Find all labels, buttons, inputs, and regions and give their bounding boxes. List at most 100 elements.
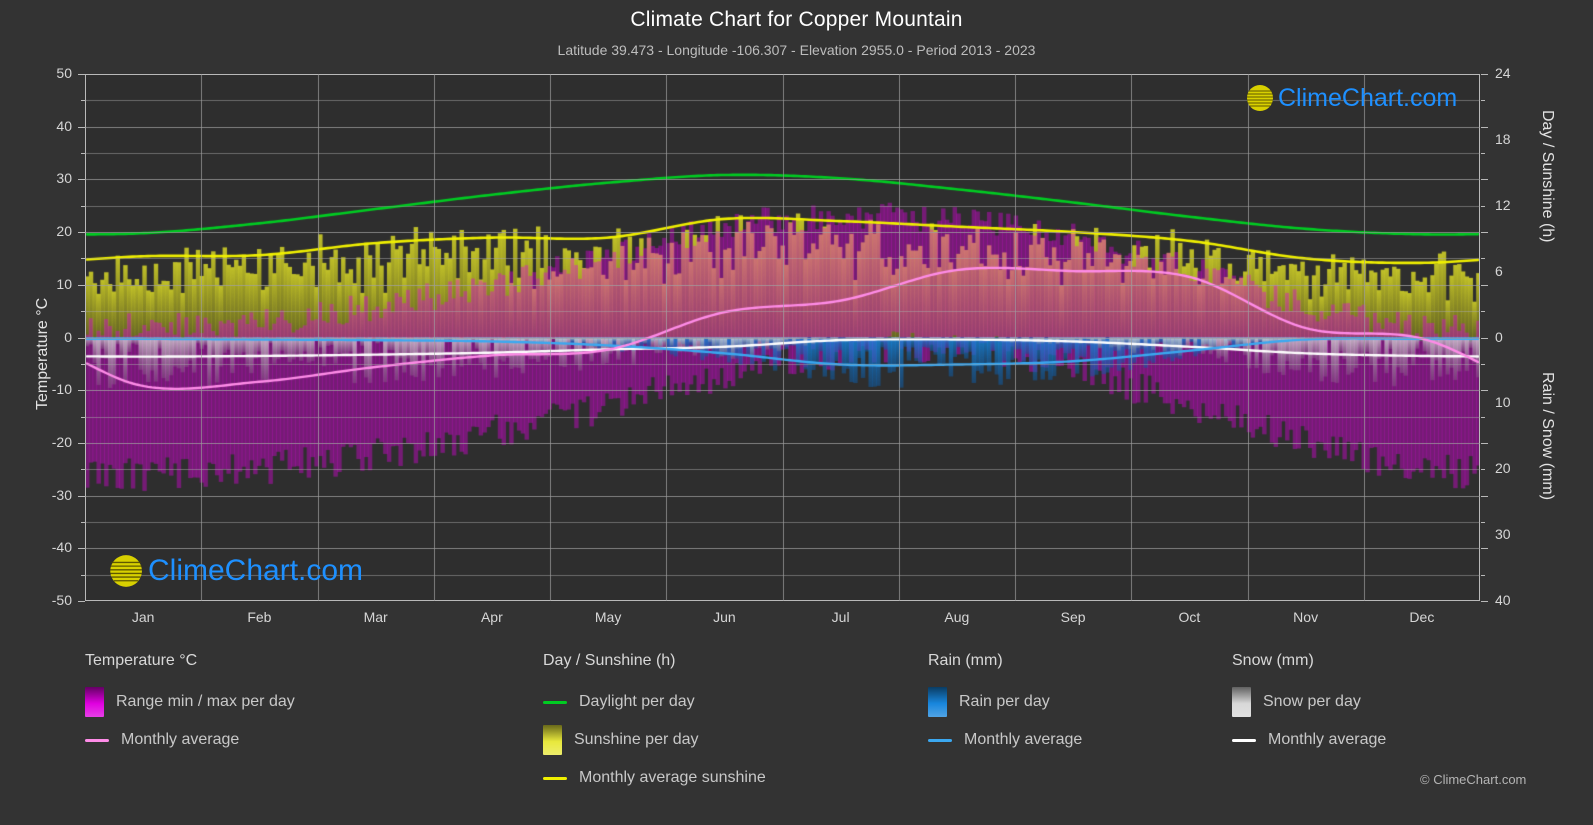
legend-line-icon bbox=[85, 738, 109, 742]
legend-item[interactable]: Rain per day bbox=[928, 683, 1082, 721]
axis-tick bbox=[78, 337, 85, 339]
legend-swatch-icon bbox=[1232, 687, 1251, 717]
y-axis-tick-label: 40 bbox=[56, 117, 72, 134]
watermark-text-bottom: ClimeChart.com bbox=[148, 554, 364, 587]
axis-tick bbox=[81, 311, 85, 313]
y-axis-tick-label: -50 bbox=[51, 592, 72, 608]
copyright-text: © ClimeChart.com bbox=[1420, 772, 1527, 787]
axis-tick bbox=[1481, 416, 1485, 418]
gridline-vertical bbox=[782, 74, 784, 601]
y-axis-right-tick-label: 6 bbox=[1495, 262, 1503, 279]
axis-tick bbox=[1481, 601, 1488, 602]
legend-item[interactable]: Monthly average bbox=[928, 721, 1082, 759]
legend-item[interactable]: Monthly average sunshine bbox=[543, 759, 766, 797]
watermark-logo-top: ClimeChart.com bbox=[1232, 80, 1457, 116]
axis-tick bbox=[1481, 205, 1485, 207]
legend-label: Monthly average sunshine bbox=[579, 769, 766, 786]
legend-items: Daylight per day Sunshine per day Monthly … bbox=[543, 683, 766, 797]
legend-line-icon bbox=[928, 738, 952, 742]
legend-label: Sunshine per day bbox=[574, 731, 699, 748]
legend-label: Range min / max per day bbox=[116, 693, 295, 710]
x-axis-tick-label: Aug bbox=[944, 609, 970, 625]
legend-temperature: Temperature °C Range min / max per day Mo… bbox=[85, 652, 295, 759]
x-axis-tick-label: Apr bbox=[480, 609, 503, 625]
axis-tick bbox=[1481, 153, 1485, 155]
gridline-vertical bbox=[317, 74, 319, 601]
y-axis-tick-label: 10 bbox=[56, 275, 72, 292]
watermark-logo-bottom: ClimeChart.com bbox=[92, 549, 363, 593]
axis-tick bbox=[81, 469, 85, 471]
y-axis-label-day-sunshine: Day / Sunshine (h) bbox=[1539, 110, 1556, 243]
axis-tick bbox=[78, 601, 85, 602]
legend-swatch-icon bbox=[85, 687, 104, 717]
axis-tick bbox=[1481, 337, 1488, 339]
axis-tick bbox=[1481, 548, 1488, 550]
axis-tick bbox=[1481, 179, 1488, 181]
axis-tick bbox=[78, 442, 85, 444]
legend-line-icon bbox=[543, 700, 567, 704]
legend-label: Monthly average bbox=[1268, 731, 1387, 748]
axis-tick bbox=[1481, 284, 1488, 286]
y-axis-right-tick-label: 24 bbox=[1495, 65, 1511, 81]
page-title: Climate Chart for Copper Mountain bbox=[630, 8, 963, 31]
axis-tick bbox=[1481, 442, 1488, 444]
axis-tick bbox=[1481, 74, 1488, 75]
legend-item[interactable]: Daylight per day bbox=[543, 683, 766, 721]
page-subtitle: Latitude 39.473 - Longitude -106.307 - E… bbox=[557, 42, 1036, 58]
y-axis-right-tick-label: 30 bbox=[1495, 526, 1511, 543]
y-axis-tick-label: -20 bbox=[51, 433, 72, 450]
axis-tick bbox=[78, 179, 85, 181]
watermark-text-top: ClimeChart.com bbox=[1278, 83, 1458, 112]
legend-label: Snow per day bbox=[1263, 693, 1361, 710]
x-axis-tick-label: Feb bbox=[247, 609, 272, 625]
y-axis-tick-label: -40 bbox=[51, 539, 72, 556]
x-axis-tick-label: Sep bbox=[1060, 609, 1086, 625]
legend-label: Rain per day bbox=[959, 693, 1050, 710]
y-axis-right-tick-label: 18 bbox=[1495, 130, 1511, 147]
x-axis-tick-label: Dec bbox=[1409, 609, 1435, 625]
legend-heading: Snow (mm) bbox=[1232, 652, 1314, 669]
legend-label: Monthly average bbox=[964, 731, 1083, 748]
legend-item[interactable]: Sunshine per day bbox=[543, 721, 766, 759]
legend-label: Monthly average bbox=[121, 731, 240, 748]
legend-heading: Temperature °C bbox=[85, 652, 198, 669]
gridline-vertical bbox=[433, 74, 435, 601]
axis-tick bbox=[1481, 574, 1485, 576]
legend-snow: Snow (mm) Snow per day Monthly average bbox=[1232, 652, 1386, 759]
y-axis-right-tick-label: 12 bbox=[1495, 196, 1511, 213]
axis-tick bbox=[81, 574, 85, 576]
legend-item[interactable]: Monthly average bbox=[1232, 721, 1386, 759]
axis-tick bbox=[81, 416, 85, 418]
x-axis-tick-label: Nov bbox=[1293, 609, 1319, 625]
legend-label: Daylight per day bbox=[579, 693, 695, 710]
x-axis-tick-label: Jan bbox=[131, 609, 155, 625]
legend-item[interactable]: Range min / max per day bbox=[85, 683, 295, 721]
climate-chart-page: Climate Chart for Copper Mountain Latitu… bbox=[0, 0, 1593, 825]
legend-line-icon bbox=[543, 776, 567, 780]
legend-swatch-icon bbox=[543, 725, 562, 755]
legend-swatch-icon bbox=[928, 687, 947, 717]
axis-tick bbox=[1481, 390, 1488, 392]
gridline-vertical bbox=[1247, 74, 1249, 601]
legend-heading: Rain (mm) bbox=[928, 652, 1003, 669]
y-axis-tick-label: 30 bbox=[56, 170, 72, 187]
legend-item[interactable]: Snow per day bbox=[1232, 683, 1386, 721]
legend-items: Rain per day Monthly average bbox=[928, 683, 1082, 759]
legend-item[interactable]: Monthly average bbox=[85, 721, 295, 759]
x-axis-tick-label: May bbox=[594, 609, 622, 625]
axis-tick bbox=[81, 205, 85, 207]
y-axis-tick-label: -30 bbox=[51, 486, 72, 503]
axis-tick bbox=[81, 363, 85, 365]
gridline-vertical bbox=[666, 74, 668, 601]
legend-items: Snow per day Monthly average bbox=[1232, 683, 1386, 759]
gridline-vertical bbox=[898, 74, 900, 601]
axis-tick bbox=[1481, 232, 1488, 234]
axis-tick bbox=[1481, 469, 1485, 471]
gridline-vertical bbox=[1131, 74, 1133, 601]
y-axis-right-tick-label: 40 bbox=[1495, 592, 1511, 608]
axis-tick bbox=[78, 390, 85, 392]
y-axis-label-temperature: Temperature °C bbox=[34, 297, 51, 410]
x-axis-tick-label: Oct bbox=[1178, 609, 1201, 625]
axis-tick bbox=[1481, 521, 1485, 523]
axis-tick bbox=[81, 258, 85, 260]
